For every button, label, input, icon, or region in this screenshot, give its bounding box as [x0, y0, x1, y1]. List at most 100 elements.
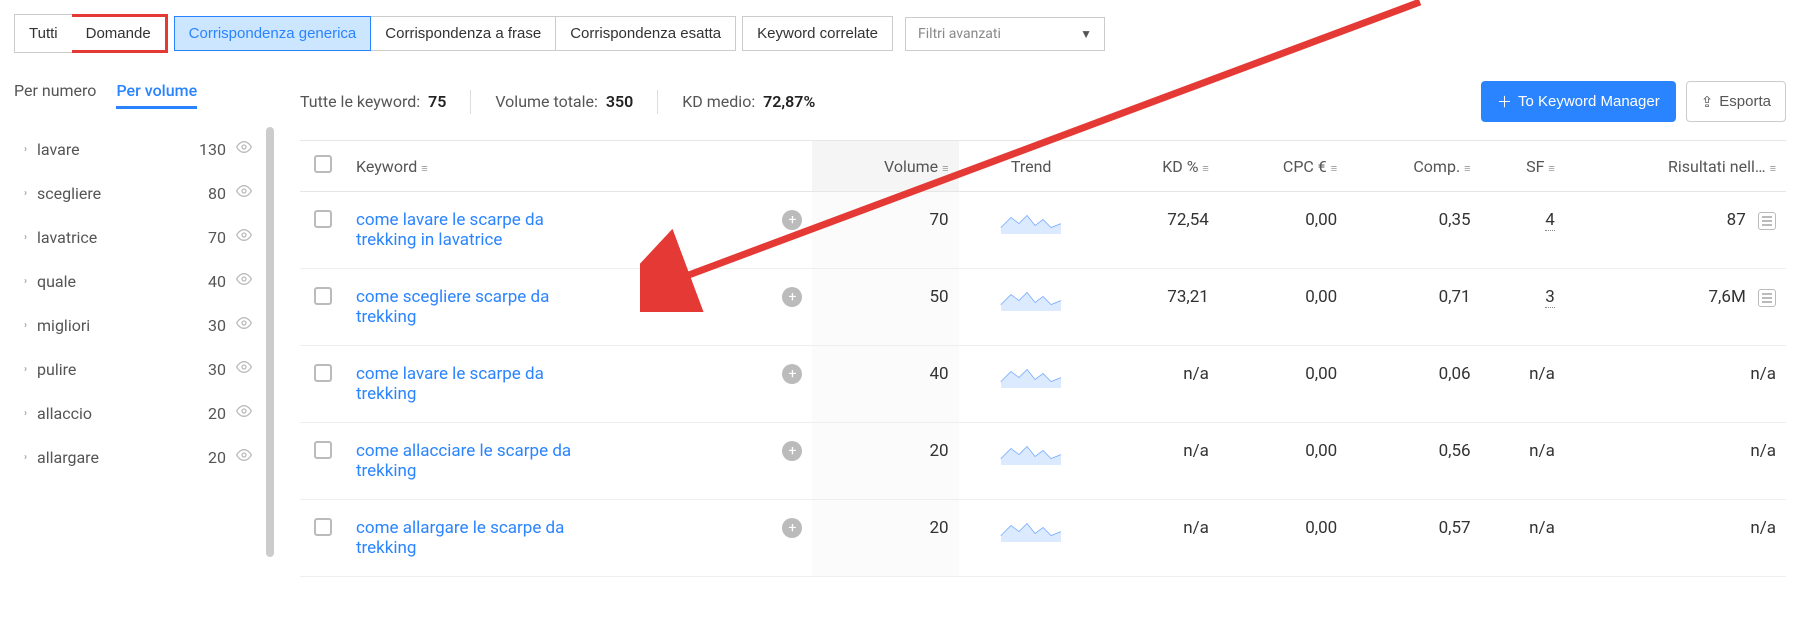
- sidebar-group-item[interactable]: ›allargare20: [14, 435, 270, 479]
- export-button[interactable]: ⇪ Esporta: [1686, 81, 1786, 122]
- filter-tab-frase[interactable]: Corrispondenza a frase: [371, 16, 556, 51]
- cell-comp: 0,57: [1347, 500, 1480, 577]
- keyword-link[interactable]: come allacciare le scarpe da trekking: [356, 441, 576, 481]
- divider: [470, 90, 471, 114]
- col-header-keyword[interactable]: Keyword≡: [346, 141, 812, 192]
- sort-icon: ≡: [1548, 162, 1554, 175]
- col-header-volume[interactable]: Volume≡: [812, 141, 958, 192]
- sidebar-group-item[interactable]: ›quale40: [14, 259, 270, 303]
- row-checkbox[interactable]: [314, 364, 332, 382]
- cell-kd: n/a: [1104, 423, 1219, 500]
- sidebar-group-item[interactable]: › allaccio 20: [14, 391, 270, 435]
- col-header-comp[interactable]: Comp.≡: [1347, 141, 1480, 192]
- sidebar-group-label: pulire: [37, 360, 198, 379]
- cell-volume: 20: [812, 500, 958, 577]
- cell-results: 87: [1565, 192, 1786, 269]
- chevron-right-icon: ›: [24, 188, 27, 199]
- advanced-filters-label: Filtri avanzati: [918, 26, 1001, 42]
- row-checkbox[interactable]: [314, 210, 332, 228]
- tab-per-numero[interactable]: Per numero: [14, 81, 96, 109]
- tab-per-volume[interactable]: Per volume: [116, 81, 197, 109]
- sidebar-group-item[interactable]: ›pulire30: [14, 347, 270, 391]
- col-header-results[interactable]: Risultati nell…≡: [1565, 141, 1786, 192]
- row-checkbox[interactable]: [314, 441, 332, 459]
- sidebar-group-count: 70: [208, 228, 226, 247]
- filter-tab-esatta[interactable]: Corrispondenza esatta: [556, 16, 736, 51]
- filter-tab-generica[interactable]: Corrispondenza generica: [174, 16, 372, 51]
- cell-kd: 73,21: [1104, 269, 1219, 346]
- add-keyword-button[interactable]: +: [782, 364, 802, 384]
- sidebar-group-count: 130: [199, 140, 226, 159]
- to-keyword-manager-button[interactable]: ＋ To Keyword Manager: [1481, 81, 1676, 122]
- cell-volume: 70: [812, 192, 958, 269]
- cell-comp: 0,35: [1347, 192, 1480, 269]
- trend-sparkline: [999, 210, 1063, 234]
- table-row: come allacciare le scarpe da trekking +20…: [300, 423, 1786, 500]
- cell-trend: [959, 346, 1104, 423]
- filter-tab-correlate[interactable]: Keyword correlate: [742, 16, 893, 51]
- trend-sparkline: [999, 287, 1063, 311]
- cell-volume: 50: [812, 269, 958, 346]
- advanced-filters-dropdown[interactable]: Filtri avanzati ▼: [905, 17, 1105, 51]
- sidebar-group-count: 40: [208, 272, 226, 291]
- add-keyword-button[interactable]: +: [782, 441, 802, 461]
- sidebar-group-item[interactable]: ›scegliere80: [14, 171, 270, 215]
- add-keyword-button[interactable]: +: [782, 518, 802, 538]
- add-keyword-button[interactable]: +: [782, 287, 802, 307]
- cell-sf: 4: [1481, 192, 1565, 269]
- cell-kd: 72,54: [1104, 192, 1219, 269]
- eye-icon[interactable]: [236, 447, 252, 467]
- eye-icon[interactable]: [236, 271, 252, 291]
- row-checkbox[interactable]: [314, 287, 332, 305]
- row-checkbox[interactable]: [314, 518, 332, 536]
- eye-icon[interactable]: [236, 183, 252, 203]
- cell-volume: 20: [812, 423, 958, 500]
- eye-icon[interactable]: [236, 403, 252, 423]
- keyword-link[interactable]: come scegliere scarpe da trekking: [356, 287, 576, 327]
- keyword-link[interactable]: come lavare le scarpe da trekking: [356, 364, 576, 404]
- sidebar-group-count: 20: [208, 404, 226, 423]
- cell-cpc: 0,00: [1219, 346, 1347, 423]
- chevron-right-icon: ›: [24, 408, 27, 419]
- sidebar-group-label: scegliere: [37, 184, 198, 203]
- filter-tab-domande[interactable]: Domande: [72, 14, 168, 53]
- chevron-right-icon: ›: [24, 452, 27, 463]
- sidebar-group-count: 30: [208, 316, 226, 335]
- cell-comp: 0,06: [1347, 346, 1480, 423]
- eye-icon[interactable]: [236, 315, 252, 335]
- eye-icon[interactable]: [236, 359, 252, 379]
- trend-sparkline: [999, 364, 1063, 388]
- sidebar-group-item[interactable]: ›lavare130: [14, 127, 270, 171]
- col-header-kd[interactable]: KD %≡: [1104, 141, 1219, 192]
- filter-tab-tutti[interactable]: Tutti: [14, 14, 72, 53]
- sidebar-group-label: lavatrice: [37, 228, 198, 247]
- select-all-checkbox[interactable]: [314, 155, 332, 173]
- keyword-link[interactable]: come allargare le scarpe da trekking: [356, 518, 576, 558]
- serp-icon[interactable]: [1758, 289, 1776, 307]
- cell-cpc: 0,00: [1219, 423, 1347, 500]
- cell-sf: 3: [1481, 269, 1565, 346]
- eye-icon[interactable]: [236, 227, 252, 247]
- stat-kd-avg: KD medio: 72,87%: [682, 92, 815, 111]
- chevron-right-icon: ›: [24, 232, 27, 243]
- export-icon: ⇪: [1701, 93, 1714, 111]
- sort-icon: ≡: [1202, 162, 1208, 175]
- eye-icon[interactable]: [236, 139, 252, 159]
- sidebar-group-item[interactable]: › lavatrice 70: [14, 215, 270, 259]
- cell-kd: n/a: [1104, 500, 1219, 577]
- table-row: come lavare le scarpe da trekking in lav…: [300, 192, 1786, 269]
- add-keyword-button[interactable]: +: [782, 210, 802, 230]
- cell-sf: n/a: [1481, 423, 1565, 500]
- keyword-link[interactable]: come lavare le scarpe da trekking in lav…: [356, 210, 576, 250]
- sidebar-group-item[interactable]: ›migliori30: [14, 303, 270, 347]
- col-header-sf[interactable]: SF≡: [1481, 141, 1565, 192]
- sidebar-group-count: 30: [208, 360, 226, 379]
- sidebar-group-label: migliori: [37, 316, 198, 335]
- table-row: come lavare le scarpe da trekking+40n/a0…: [300, 346, 1786, 423]
- col-header-trend[interactable]: Trend: [959, 141, 1104, 192]
- sidebar-group-label: allaccio: [37, 404, 198, 423]
- col-header-cpc[interactable]: CPC €≡: [1219, 141, 1347, 192]
- serp-icon[interactable]: [1758, 212, 1776, 230]
- cell-sf: n/a: [1481, 346, 1565, 423]
- cell-results: n/a: [1565, 423, 1786, 500]
